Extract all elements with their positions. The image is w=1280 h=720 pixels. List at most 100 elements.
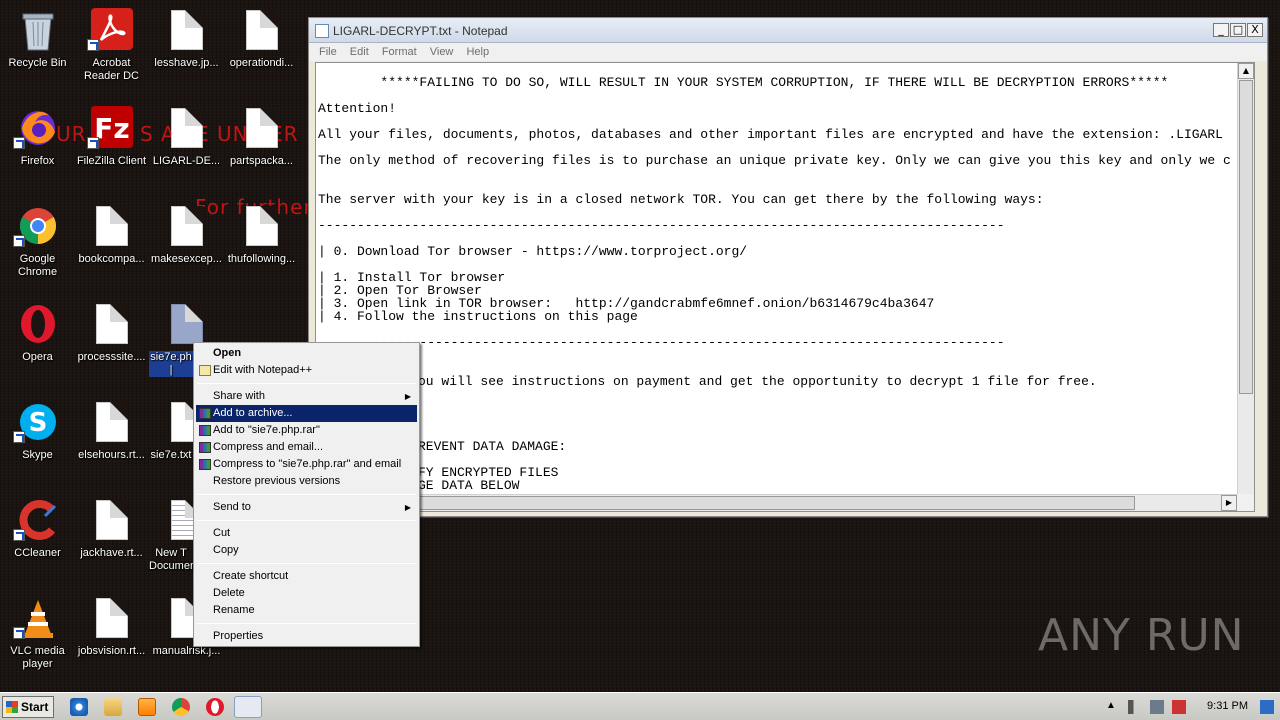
horizontal-scrollbar[interactable]: ▶ bbox=[316, 494, 1237, 511]
menu-item-add-to-archive[interactable]: Add to archive... bbox=[196, 405, 417, 422]
desktop-icon-label: Acrobat Reader DC bbox=[83, 57, 140, 82]
file-icon bbox=[91, 302, 133, 346]
desktop-icon-ccleaner[interactable]: CCleaner bbox=[0, 490, 75, 580]
title-bar[interactable]: LIGARL-DECRYPT.txt - Notepad _ □ X bbox=[309, 18, 1267, 43]
text-line: All your files, documents, photos, datab… bbox=[318, 127, 1223, 142]
winrar-icon bbox=[199, 408, 211, 419]
menu-separator bbox=[197, 623, 416, 624]
menu-edit[interactable]: Edit bbox=[350, 43, 369, 61]
chrome-icon[interactable] bbox=[172, 698, 190, 716]
opera-icon bbox=[17, 302, 59, 346]
menu-item-rename[interactable]: Rename bbox=[196, 602, 417, 619]
file-icon bbox=[166, 204, 208, 248]
menu-item-compress-email[interactable]: Compress and email... bbox=[196, 439, 417, 456]
desktop-icon-file[interactable]: lesshave.jp... bbox=[149, 0, 224, 90]
vertical-scroll-thumb[interactable] bbox=[1239, 80, 1253, 394]
start-button[interactable]: Start bbox=[2, 696, 54, 718]
notepad-window[interactable]: LIGARL-DECRYPT.txt - Notepad _ □ X File … bbox=[308, 17, 1268, 517]
text-line: | 4. Follow the instructions on this pag… bbox=[318, 309, 638, 324]
desktop-icon-acrobat[interactable]: Acrobat Reader DC bbox=[74, 0, 149, 90]
shortcut-arrow-icon bbox=[13, 529, 25, 541]
desktop-icon-file[interactable]: jobsvision.rt... bbox=[74, 588, 149, 678]
desktop-icon-label: CCleaner bbox=[14, 547, 61, 559]
menu-item-edit-notepadpp[interactable]: Edit with Notepad++ bbox=[196, 362, 417, 379]
desktop-icon-file[interactable]: makesexcep... bbox=[149, 196, 224, 286]
desktop-icon-label: Firefox bbox=[20, 155, 55, 167]
file-icon bbox=[166, 302, 208, 346]
shortcut-arrow-icon bbox=[13, 431, 25, 443]
desktop-icon-label: Recycle Bin bbox=[8, 57, 67, 69]
desktop-icon-file[interactable]: thufollowing... bbox=[224, 196, 299, 286]
horizontal-scroll-thumb[interactable] bbox=[419, 496, 1135, 510]
menu-item-open[interactable]: Open bbox=[196, 345, 417, 362]
svg-text:Fz: Fz bbox=[94, 112, 129, 145]
scroll-right-arrow-icon[interactable]: ▶ bbox=[1221, 495, 1237, 511]
menu-item-send-to[interactable]: Send to ▶ bbox=[196, 499, 417, 516]
menu-format[interactable]: Format bbox=[382, 43, 417, 61]
menu-item-delete[interactable]: Delete bbox=[196, 585, 417, 602]
notepad-icon[interactable] bbox=[234, 696, 262, 718]
desktop-icon-file[interactable]: partspacka... bbox=[224, 98, 299, 188]
desktop-icon-file[interactable]: bookcompa... bbox=[74, 196, 149, 286]
text-editor[interactable]: *****FAILING TO DO SO, WILL RESULT IN YO… bbox=[315, 62, 1255, 512]
taskbar: Start ▲ 9:31 PM bbox=[0, 692, 1280, 720]
opera-icon[interactable] bbox=[206, 698, 224, 716]
media-player-icon[interactable] bbox=[138, 698, 156, 716]
file-icon bbox=[91, 596, 133, 640]
tray-arrow-icon[interactable]: ▲ bbox=[1106, 700, 1120, 714]
flag-icon[interactable] bbox=[1172, 700, 1186, 714]
desktop-icon-file[interactable]: LIGARL-DE... bbox=[149, 98, 224, 188]
file-icon bbox=[241, 106, 283, 150]
text-line: GE DATA BELOW bbox=[418, 478, 520, 493]
text-line: The only method of recovering files is t… bbox=[318, 153, 1231, 168]
menu-item-restore-versions[interactable]: Restore previous versions bbox=[196, 473, 417, 490]
desktop-icon-file[interactable]: elsehours.rt... bbox=[74, 392, 149, 482]
notepad-icon bbox=[315, 24, 329, 38]
ie-icon[interactable] bbox=[70, 698, 88, 716]
menu-separator bbox=[197, 563, 416, 564]
desktop-icon-skype[interactable]: S Skype bbox=[0, 392, 75, 482]
menu-item-compress-rar-email[interactable]: Compress to "sie7e.php.rar" and email bbox=[196, 456, 417, 473]
show-desktop-icon[interactable] bbox=[1260, 700, 1274, 714]
desktop-icon-filezilla[interactable]: Fz FileZilla Client bbox=[74, 98, 149, 188]
menu-help[interactable]: Help bbox=[466, 43, 489, 61]
explorer-icon[interactable] bbox=[104, 698, 122, 716]
submenu-arrow-icon: ▶ bbox=[404, 503, 411, 512]
desktop-icon-label: makesexcep... bbox=[151, 253, 222, 265]
file-icon bbox=[166, 8, 208, 52]
recycle-bin-icon bbox=[17, 8, 59, 52]
maximize-button[interactable]: □ bbox=[1230, 23, 1246, 37]
desktop-icon-file[interactable]: operationdi... bbox=[224, 0, 299, 90]
desktop-icon-label: sie7e.ph | bbox=[149, 351, 193, 377]
menu-item-copy[interactable]: Copy bbox=[196, 542, 417, 559]
vertical-scrollbar[interactable]: ▲ bbox=[1237, 63, 1254, 494]
notepadpp-icon bbox=[199, 365, 211, 376]
desktop-icon-file[interactable]: jackhave.rt... bbox=[74, 490, 149, 580]
menu-item-add-to-rar[interactable]: Add to "sie7e.php.rar" bbox=[196, 422, 417, 439]
desktop-icon-opera[interactable]: Opera bbox=[0, 294, 75, 384]
scroll-up-arrow-icon[interactable]: ▲ bbox=[1238, 63, 1254, 79]
menu-item-cut[interactable]: Cut bbox=[196, 525, 417, 542]
file-icon bbox=[166, 106, 208, 150]
desktop-icon-chrome[interactable]: Google Chrome bbox=[0, 196, 75, 286]
clock[interactable]: 9:31 PM bbox=[1207, 700, 1248, 712]
text-line: ou will see instructions on payment and … bbox=[418, 374, 1097, 389]
desktop-icon-vlc[interactable]: VLC media player bbox=[0, 588, 75, 678]
svg-text:S: S bbox=[29, 408, 48, 438]
menu-file[interactable]: File bbox=[319, 43, 337, 61]
desktop-icon-file[interactable]: processsite.... bbox=[74, 294, 149, 384]
winrar-icon bbox=[199, 459, 211, 470]
menu-view[interactable]: View bbox=[430, 43, 454, 61]
desktop-icon-label: Skype bbox=[22, 449, 53, 461]
network-icon[interactable] bbox=[1150, 700, 1164, 714]
menu-item-create-shortcut[interactable]: Create shortcut bbox=[196, 568, 417, 585]
minimize-button[interactable]: _ bbox=[1213, 23, 1229, 37]
menu-separator bbox=[197, 520, 416, 521]
close-button[interactable]: X bbox=[1247, 23, 1263, 37]
menu-item-share-with[interactable]: Share with ▶ bbox=[196, 388, 417, 405]
desktop-icon-firefox[interactable]: Firefox bbox=[0, 98, 75, 188]
menu-item-properties[interactable]: Properties bbox=[196, 628, 417, 645]
text-line: | 0. Download Tor browser - https://www.… bbox=[318, 244, 748, 259]
desktop-icon-recycle-bin[interactable]: Recycle Bin bbox=[0, 0, 75, 90]
volume-icon[interactable] bbox=[1128, 700, 1142, 714]
